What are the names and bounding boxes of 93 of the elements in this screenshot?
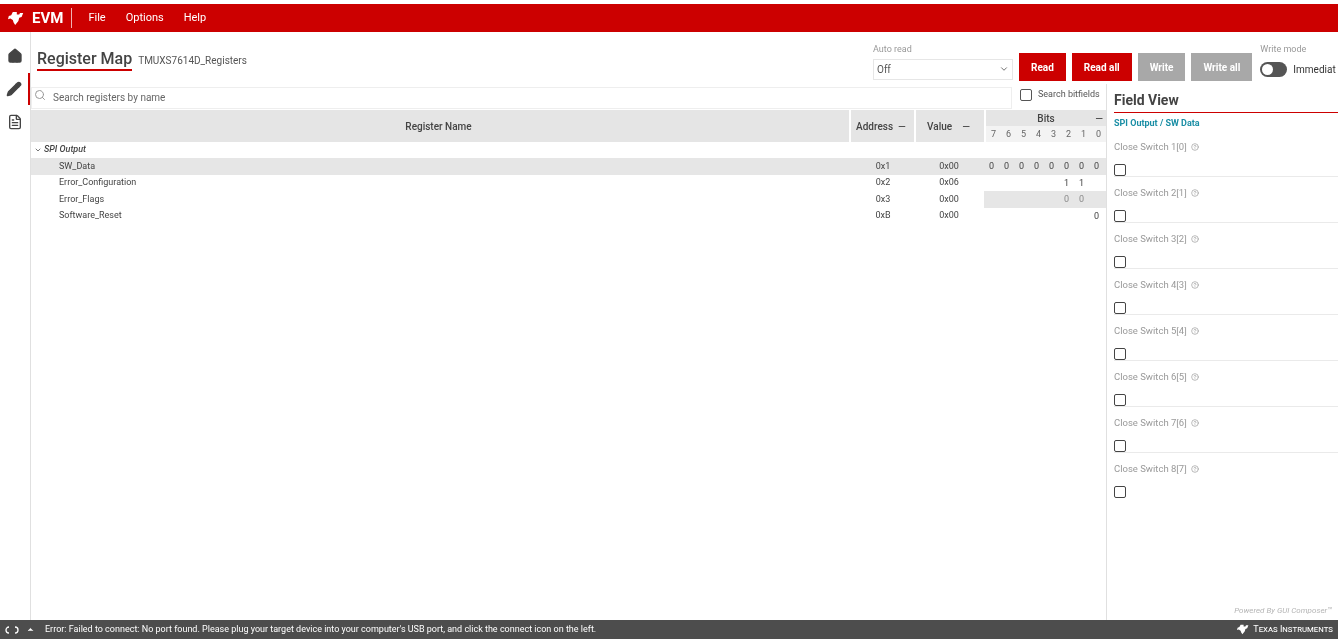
menu-item[interactable]: Options <box>123 9 166 27</box>
register-address: 0x2 <box>874 176 892 189</box>
checkbox-label: Search bitfields <box>1038 88 1100 102</box>
bit-position: 2 <box>1064 128 1073 141</box>
field-label: Close Switch 2[1] <box>1114 185 1187 200</box>
field-checkbox[interactable] <box>1114 347 1126 360</box>
column-header[interactable]: Bits <box>1037 110 1055 126</box>
field-checkbox[interactable] <box>1114 209 1126 222</box>
bit-position: 6 <box>1004 128 1013 141</box>
register-path: SPI Output / SW Data <box>1114 117 1201 130</box>
menu-item[interactable]: File <box>86 9 108 27</box>
column-header[interactable]: Value <box>927 118 953 134</box>
connect-icon[interactable] <box>5 625 19 634</box>
field-label: Close Switch 5[4] <box>1114 323 1187 338</box>
powered-by-note: Powered By GUI Composer™ <box>1234 605 1333 617</box>
register-value: 0x00 <box>938 209 960 222</box>
bit-position: 4 <box>1034 128 1043 141</box>
field-label: Close Switch 3[2] <box>1114 231 1187 246</box>
field-checkbox[interactable] <box>1114 393 1126 406</box>
bit-value[interactable]: 1 <box>1078 177 1085 188</box>
help-icon <box>1190 234 1199 243</box>
register-value: 0x06 <box>938 176 960 189</box>
ti-logo-icon <box>1237 624 1250 635</box>
bit-value[interactable]: 0 <box>988 161 995 171</box>
register-address: 0x1 <box>874 159 892 173</box>
bit-value[interactable]: 0 <box>1003 161 1010 171</box>
write-mode-toggle[interactable] <box>1260 61 1288 77</box>
field-checkbox[interactable] <box>1114 439 1126 452</box>
panel-title: Field View <box>1114 90 1338 113</box>
collapse-toggle[interactable]: — <box>1095 110 1103 126</box>
register-name: Software_Reset <box>58 209 123 222</box>
expand-icon <box>26 625 35 634</box>
page-title: Register Map <box>37 50 133 71</box>
bit-position: 3 <box>1049 128 1058 141</box>
help-icon <box>1190 418 1199 427</box>
bit-value[interactable]: 0 <box>1033 161 1040 171</box>
collapse-toggle[interactable]: — <box>962 118 970 134</box>
field-label: Close Switch 1[0] <box>1114 139 1187 154</box>
write-mode-value: Immediat <box>1293 62 1336 77</box>
register-name: Error_Flags <box>58 192 106 206</box>
chevron-down-icon <box>999 64 1009 74</box>
status-message: Error: Failed to connect: No port found. Please plug your target device into your computer's USB port, and click the connect icon on the left. <box>45 622 597 636</box>
action-button[interactable]: Read <box>1019 53 1066 81</box>
collapse-toggle[interactable]: — <box>898 118 906 134</box>
bit-value[interactable]: 0 <box>1018 161 1025 171</box>
bit-position: 5 <box>1019 128 1028 141</box>
help-icon <box>1190 372 1199 381</box>
help-icon <box>1190 280 1199 289</box>
field-checkbox[interactable] <box>1114 485 1126 498</box>
bit-value[interactable]: 0 <box>1093 161 1100 171</box>
bit-value[interactable]: 0 <box>1093 210 1100 221</box>
bit-position: 7 <box>989 128 998 141</box>
field-label: Write mode <box>1260 43 1308 56</box>
group-name[interactable]: SPI Output <box>44 143 86 157</box>
bit-value[interactable]: 0 <box>1078 161 1085 171</box>
menu-item[interactable]: Help <box>181 9 209 27</box>
field-checkbox[interactable] <box>1114 163 1126 176</box>
bit-value[interactable]: 0 <box>1063 161 1070 171</box>
field-label: Close Switch 4[3] <box>1114 277 1187 292</box>
auto-read-select[interactable]: Off <box>873 58 1013 80</box>
help-icon <box>1190 464 1199 473</box>
brand-name: Texas Instruments <box>1253 622 1333 636</box>
ti-logo-icon <box>8 10 24 26</box>
register-value: 0x00 <box>938 192 960 206</box>
register-name: SW_Data <box>58 159 97 173</box>
bit-position: 1 <box>1079 128 1088 141</box>
bit-value[interactable]: 0 <box>1048 161 1055 171</box>
help-icon <box>1190 188 1199 197</box>
help-icon <box>1190 326 1199 335</box>
bit-value[interactable]: 1 <box>1063 177 1070 188</box>
document-icon <box>7 114 23 130</box>
bit-position: 0 <box>1094 128 1103 141</box>
register-row[interactable]: SW_Data 0x1 0x00 0 0 0 0 0 0 0 0 <box>31 158 1106 175</box>
field-label: Close Switch 8[7] <box>1114 461 1187 476</box>
home-icon <box>7 48 23 64</box>
field-label: Auto read <box>873 43 913 56</box>
register-value: 0x00 <box>938 159 960 173</box>
app-title: EVM <box>32 8 73 28</box>
field-label: Close Switch 6[5] <box>1114 369 1187 384</box>
search-bitfields-checkbox[interactable] <box>1020 89 1032 101</box>
search-icon <box>34 89 46 101</box>
register-address: 0x3 <box>874 192 892 206</box>
search-field[interactable]: Search registers by name <box>31 86 1012 109</box>
pencil-icon <box>6 81 22 97</box>
column-header[interactable]: Address <box>856 118 894 134</box>
field-checkbox[interactable] <box>1114 255 1126 268</box>
page-subtitle: TMUXS7614D_Registers <box>138 54 247 68</box>
field-label: Close Switch 7[6] <box>1114 415 1187 430</box>
register-name: Error_Configuration <box>58 176 138 189</box>
help-icon <box>1190 142 1199 151</box>
action-button[interactable]: Read all <box>1071 53 1132 81</box>
field-checkbox[interactable] <box>1114 301 1126 314</box>
register-address: 0xB <box>874 209 892 222</box>
